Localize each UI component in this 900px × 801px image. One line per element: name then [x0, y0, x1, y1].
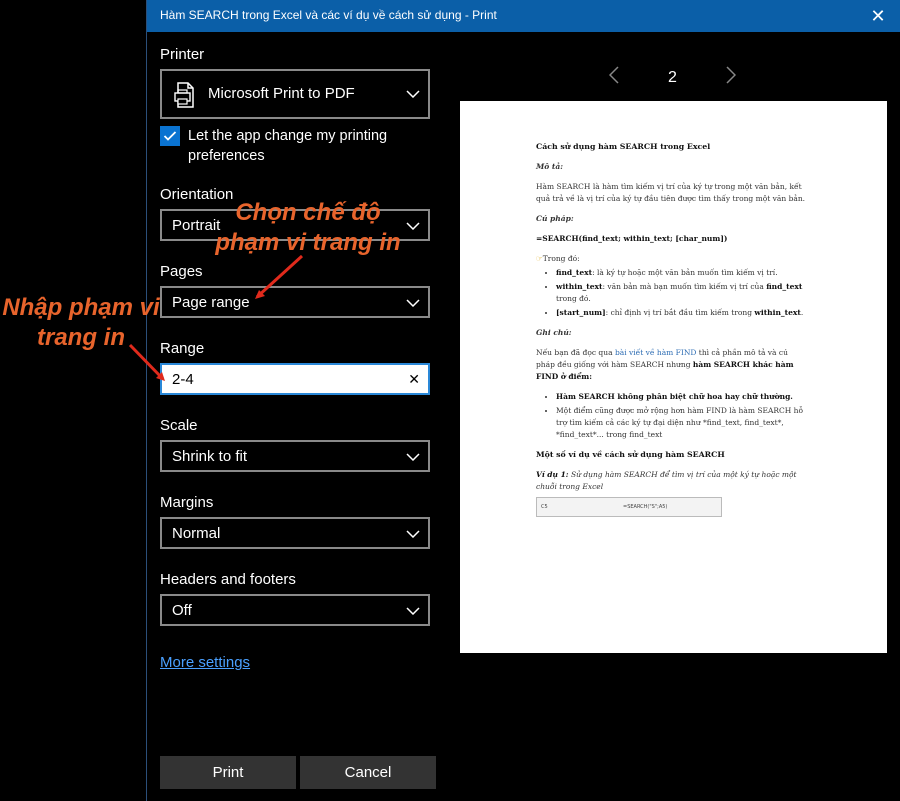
annotation-pages-mode: Chọn chế độ phạm vi trang in: [215, 199, 401, 256]
annotation-arrows: [128, 254, 304, 381]
arrow-pages-mode: [255, 254, 304, 299]
annotation-range-input: Nhập phạm vi trang in: [2, 294, 160, 351]
